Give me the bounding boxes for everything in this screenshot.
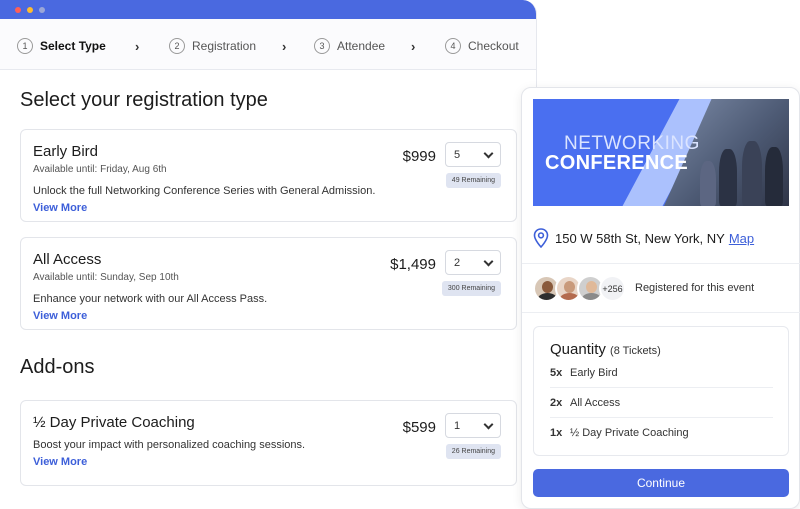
map-link[interactable]: Map xyxy=(729,231,754,246)
step-registration[interactable]: 2 Registration xyxy=(169,36,256,56)
step-number: 2 xyxy=(169,38,185,54)
step-label: Registration xyxy=(192,39,257,53)
ticket-title: All Access xyxy=(33,251,102,268)
summary-qty: 5x xyxy=(550,366,563,379)
avatar-body xyxy=(538,293,557,300)
avatar-head xyxy=(542,281,553,293)
view-more-link[interactable]: View More xyxy=(33,202,87,214)
person-silhouette xyxy=(719,149,737,206)
summary-qty: 1x xyxy=(550,427,563,439)
step-attendee[interactable]: 3 Attendee xyxy=(314,36,385,56)
quantity-select[interactable]: 2 xyxy=(445,250,501,275)
ticket-price: $999 xyxy=(402,148,436,165)
quantity-select[interactable]: 5 xyxy=(445,142,501,167)
person-silhouette xyxy=(700,161,716,206)
quantity-title: Quantity (8 Tickets) xyxy=(550,341,661,358)
chevron-down-icon xyxy=(483,148,494,159)
view-more-link[interactable]: View More xyxy=(33,310,87,322)
step-label: Attendee xyxy=(337,39,386,53)
quantity-select[interactable]: 1 xyxy=(445,413,501,438)
chevron-right-icon: › xyxy=(282,39,287,54)
chevron-right-icon: › xyxy=(135,39,140,54)
person-silhouette xyxy=(765,147,783,206)
summary-name: ½ Day Private Coaching xyxy=(570,427,689,439)
addon-title: ½ Day Private Coaching xyxy=(33,414,195,431)
quantity-summary: Quantity (8 Tickets) 5x Early Bird 2x Al… xyxy=(533,326,789,456)
summary-name: Early Bird xyxy=(570,366,618,379)
event-banner: NETWORKING CONFERENCE xyxy=(533,99,789,206)
divider xyxy=(522,312,800,313)
summary-row: 1x ½ Day Private Coaching xyxy=(550,418,773,448)
ticket-total: (8 Tickets) xyxy=(610,345,661,357)
ticket-card-all-access: All Access Available until: Sunday, Sep … xyxy=(20,237,517,330)
addon-price: $599 xyxy=(402,419,436,436)
attendee-count: +256 xyxy=(599,275,626,302)
ticket-description: Unlock the full Networking Conference Se… xyxy=(33,185,376,197)
maximize-window-dot[interactable] xyxy=(39,7,45,13)
step-checkout[interactable]: 4 Checkout xyxy=(445,36,519,56)
step-number: 4 xyxy=(445,38,461,54)
step-number: 1 xyxy=(17,38,33,54)
step-label: Select Type xyxy=(40,39,106,53)
event-address: 150 W 58th St, New York, NY xyxy=(555,230,725,246)
addons-title: Add-ons xyxy=(20,356,95,378)
registration-stepper: 1 Select Type › 2 Registration › 3 Atten… xyxy=(0,19,536,70)
summary-row: 5x Early Bird xyxy=(550,358,773,388)
step-label: Checkout xyxy=(468,39,519,53)
summary-name: All Access xyxy=(570,396,621,409)
ticket-card-early-bird: Early Bird Available until: Friday, Aug … xyxy=(20,129,517,222)
view-more-link[interactable]: View More xyxy=(33,456,87,468)
ticket-availability: Available until: Friday, Aug 6th xyxy=(33,164,167,175)
close-window-dot[interactable] xyxy=(15,7,21,13)
quantity-value: 1 xyxy=(454,419,461,432)
summary-row: 2x All Access xyxy=(550,388,773,418)
remaining-badge: 49 Remaining xyxy=(445,173,501,188)
avatar-body xyxy=(582,293,601,300)
divider xyxy=(522,263,800,264)
avatar-head xyxy=(564,281,575,293)
event-location: 150 W 58th St, New York, NY Map xyxy=(533,228,754,248)
person-silhouette xyxy=(742,141,762,206)
step-number: 3 xyxy=(314,38,330,54)
window-titlebar xyxy=(0,0,536,19)
chevron-right-icon: › xyxy=(411,39,416,54)
banner-title-line2: CONFERENCE xyxy=(545,152,689,174)
addon-card-coaching: ½ Day Private Coaching Boost your impact… xyxy=(20,400,517,486)
remaining-badge: 26 Remaining xyxy=(445,444,501,459)
ticket-availability: Available until: Sunday, Sep 10th xyxy=(33,272,179,283)
registered-text: Registered for this event xyxy=(635,282,755,294)
quantity-heading: Quantity xyxy=(550,341,606,358)
minimize-window-dot[interactable] xyxy=(27,7,33,13)
location-pin-icon xyxy=(533,228,549,248)
ticket-title: Early Bird xyxy=(33,143,99,160)
avatar-head xyxy=(586,281,597,293)
remaining-badge: 300 Remaining xyxy=(441,281,501,296)
avatar-body xyxy=(560,293,579,300)
summary-qty: 2x xyxy=(550,396,563,409)
ticket-price: $1,499 xyxy=(390,256,436,273)
chevron-down-icon xyxy=(483,256,494,267)
addon-description: Boost your impact with personalized coac… xyxy=(33,439,306,451)
event-summary-panel: NETWORKING CONFERENCE 150 W 58th St, New… xyxy=(521,87,800,509)
chevron-down-icon xyxy=(483,419,494,430)
step-select-type[interactable]: 1 Select Type xyxy=(17,36,106,56)
quantity-value: 2 xyxy=(454,256,461,269)
continue-button[interactable]: Continue xyxy=(533,469,789,497)
registration-window: 1 Select Type › 2 Registration › 3 Atten… xyxy=(0,0,537,509)
quantity-value: 5 xyxy=(454,148,461,161)
ticket-description: Enhance your network with our All Access… xyxy=(33,293,268,305)
page-title: Select your registration type xyxy=(20,89,268,111)
